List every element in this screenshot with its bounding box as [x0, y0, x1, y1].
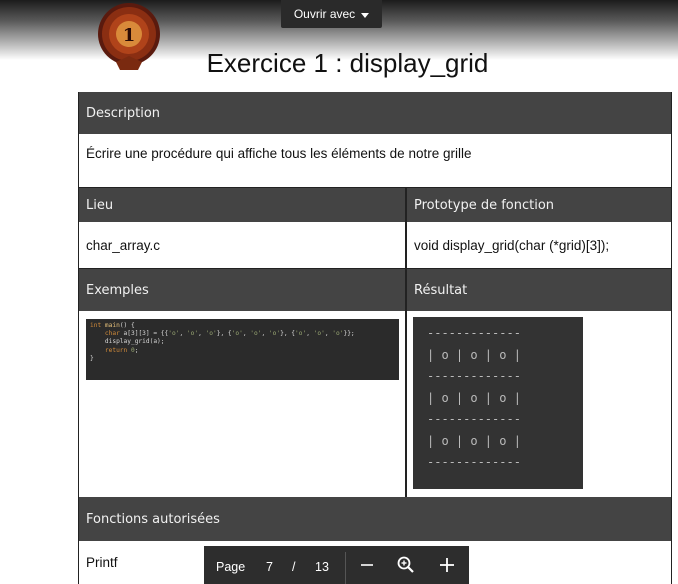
code-line: } [90, 354, 94, 362]
code-line: int main() { [90, 322, 135, 329]
examples-header: Exemples [86, 282, 149, 298]
description-header-row: Description [79, 92, 671, 134]
zoom-in-button[interactable] [431, 546, 463, 584]
code-line: return 0; [104, 346, 139, 354]
examples-cell: int main() { char a[3][3] = {{'o', 'o', … [79, 311, 405, 497]
prototype-header: Prototype de fonction [405, 188, 671, 222]
lieu-header: Lieu [86, 197, 114, 213]
page-navigator: Page 7 / 13 [204, 546, 469, 584]
description-row: Écrire une procédure qui affiche tous le… [79, 134, 671, 188]
location-row: char_array.c void display_grid(char (*gr… [79, 222, 671, 269]
minus-icon [361, 564, 373, 566]
prototype-value: void display_grid(char (*grid)[3]); [405, 222, 671, 268]
svg-text:1: 1 [123, 25, 136, 46]
zoom-out-button[interactable] [351, 546, 383, 584]
code-line: display_grid(a); [90, 338, 165, 346]
description-text: Écrire une procédure qui affiche tous le… [86, 146, 472, 161]
zoom-icon [397, 556, 414, 573]
result-line: ------------- [427, 412, 521, 426]
result-line: ------------- [427, 455, 521, 469]
plus-icon [440, 558, 454, 572]
open-with-button[interactable]: Ouvrir avec [281, 0, 382, 28]
lieu-value: char_array.c [86, 237, 161, 253]
result-line: ------------- [427, 326, 521, 340]
result-cell: ------------- | o | o | o | ------------- |… [405, 311, 671, 497]
result-output: ------------- | o | o | o | ------------- |… [413, 317, 583, 489]
badge-logo: 1 [94, 0, 164, 72]
description-header: Description [86, 105, 161, 121]
page-label: Page [216, 560, 246, 574]
allowed-header-row: Fonctions autorisées [79, 497, 671, 541]
page-total: 13 [315, 560, 329, 574]
page-separator: / [292, 560, 296, 574]
code-example: int main() { char a[3][3] = {{'o', 'o', … [86, 319, 399, 380]
examples-row: int main() { char a[3][3] = {{'o', 'o', … [79, 311, 671, 497]
page-title: Exercice 1 : display_grid [206, 48, 489, 78]
result-line: | o | o | o | [427, 390, 521, 405]
page-current-input[interactable]: 7 [266, 560, 273, 574]
result-line: | o | o | o | [427, 433, 521, 448]
document-table: Description Écrire une procédure qui aff… [78, 92, 672, 584]
result-header: Résultat [405, 269, 671, 311]
open-with-label: Ouvrir avec [293, 7, 356, 21]
location-header-row: Lieu Prototype de fonction [79, 188, 671, 222]
code-line: char a[3][3] = {{'o', 'o', 'o'}, {'o', '… [104, 330, 355, 338]
caret-down-icon [361, 12, 370, 18]
allowed-header: Fonctions autorisées [86, 511, 220, 527]
result-line: ------------- [427, 369, 521, 383]
pager-divider [345, 552, 346, 584]
result-line: | o | o | o | [427, 347, 521, 362]
examples-header-row: Exemples Résultat [79, 269, 671, 311]
zoom-button[interactable] [390, 546, 422, 584]
